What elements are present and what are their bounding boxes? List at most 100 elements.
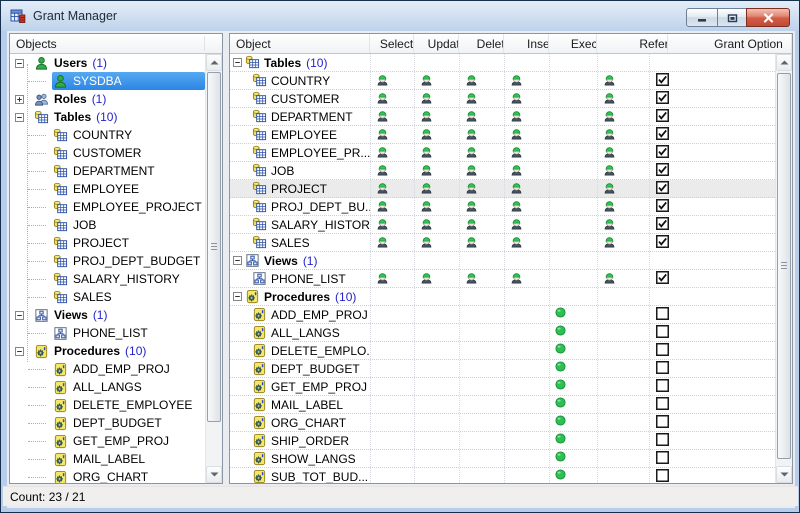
cell-insert-show-langs[interactable] bbox=[504, 450, 549, 467]
object-cell[interactable]: MAIL_LABEL bbox=[230, 396, 370, 413]
grid-row-customer[interactable]: CUSTOMER bbox=[230, 90, 775, 108]
cell-insert-mail-label[interactable] bbox=[504, 396, 549, 413]
cell-select-show-langs[interactable] bbox=[370, 450, 414, 467]
cell-grant-option-all-langs[interactable] bbox=[649, 324, 775, 341]
grid-row-country[interactable]: COUNTRY bbox=[230, 72, 775, 90]
scroll-thumb[interactable] bbox=[207, 72, 221, 422]
cell-grant-option-project[interactable] bbox=[649, 180, 775, 197]
cell-select-phone-list[interactable] bbox=[370, 270, 414, 287]
cell-reference-sub-tot-bud[interactable] bbox=[597, 468, 649, 483]
cell-reference-salary-history[interactable] bbox=[597, 216, 649, 233]
cell-grant-option-customer[interactable] bbox=[649, 90, 775, 107]
object-cell[interactable]: CUSTOMER bbox=[230, 90, 370, 107]
object-cell[interactable]: PROJECT bbox=[230, 180, 370, 197]
cell-select-customer[interactable] bbox=[370, 90, 414, 107]
cell-grant-option-show-langs[interactable] bbox=[649, 450, 775, 467]
tree-item-employee-project[interactable]: EMPLOYEE_PROJECT bbox=[10, 198, 205, 216]
cell-reference-phone-list[interactable] bbox=[597, 270, 649, 287]
grid-row-phone-list[interactable]: PHONE_LIST bbox=[230, 270, 775, 288]
object-cell[interactable]: COUNTRY bbox=[230, 72, 370, 89]
cell-insert-country[interactable] bbox=[504, 72, 549, 89]
scroll-thumb[interactable] bbox=[777, 73, 791, 459]
cell-grant-option-get-emp-proj[interactable] bbox=[649, 378, 775, 395]
cell-grant-option-employee-pr[interactable] bbox=[649, 144, 775, 161]
grid-row-job[interactable]: JOB bbox=[230, 162, 775, 180]
cell-execute-add-emp-proj[interactable] bbox=[549, 306, 597, 323]
object-cell[interactable]: ORG_CHART bbox=[230, 414, 370, 431]
minus-box-icon[interactable] bbox=[233, 292, 242, 301]
object-cell[interactable]: DELETE_EMPLO... bbox=[230, 342, 370, 359]
column-header-select[interactable]: Select bbox=[370, 34, 414, 53]
grid-row-get-emp-proj[interactable]: GET_EMP_PROJ bbox=[230, 378, 775, 396]
cell-select-delete-emplo[interactable] bbox=[370, 342, 414, 359]
cell-grant-option-country[interactable] bbox=[649, 72, 775, 89]
cell-execute-phone-list[interactable] bbox=[549, 270, 597, 287]
cell-execute-country[interactable] bbox=[549, 72, 597, 89]
checkbox-checked-icon[interactable] bbox=[656, 181, 671, 196]
tree-item-proj-dept-budget[interactable]: PROJ_DEPT_BUDGET bbox=[10, 252, 205, 270]
cell-update-all-langs[interactable] bbox=[414, 324, 459, 341]
grid-row-views[interactable]: Views(1) bbox=[230, 252, 775, 270]
cell-delete-org-chart[interactable] bbox=[459, 414, 504, 431]
cell-reference-proj-dept-bu[interactable] bbox=[597, 198, 649, 215]
minus-box-icon[interactable] bbox=[15, 113, 24, 122]
cell-grant-option-job[interactable] bbox=[649, 162, 775, 179]
cell-update-mail-label[interactable] bbox=[414, 396, 459, 413]
cell-update-add-emp-proj[interactable] bbox=[414, 306, 459, 323]
object-cell[interactable]: PROJ_DEPT_BU... bbox=[230, 198, 370, 215]
cell-reference-ship-order[interactable] bbox=[597, 432, 649, 449]
grid-row-delete-emplo[interactable]: DELETE_EMPLO... bbox=[230, 342, 775, 360]
grid-row-ship-order[interactable]: SHIP_ORDER bbox=[230, 432, 775, 450]
object-cell[interactable]: SHIP_ORDER bbox=[230, 432, 370, 449]
cell-delete-salary-history[interactable] bbox=[459, 216, 504, 233]
grid-row-procedures[interactable]: Procedures(10) bbox=[230, 288, 775, 306]
tree-item-country[interactable]: COUNTRY bbox=[10, 126, 205, 144]
checkbox-unchecked-icon[interactable] bbox=[656, 307, 671, 322]
cell-update-sales[interactable] bbox=[414, 234, 459, 251]
cell-execute-salary-history[interactable] bbox=[549, 216, 597, 233]
cell-execute-ship-order[interactable] bbox=[549, 432, 597, 449]
cell-reference-country[interactable] bbox=[597, 72, 649, 89]
cell-delete-sub-tot-bud[interactable] bbox=[459, 468, 504, 483]
checkbox-unchecked-icon[interactable] bbox=[656, 379, 671, 394]
cell-insert-employee[interactable] bbox=[504, 126, 549, 143]
object-cell[interactable]: JOB bbox=[230, 162, 370, 179]
cell-grant-option-ship-order[interactable] bbox=[649, 432, 775, 449]
object-cell[interactable]: Procedures(10) bbox=[230, 288, 370, 305]
object-cell[interactable]: EMPLOYEE bbox=[230, 126, 370, 143]
cell-update-customer[interactable] bbox=[414, 90, 459, 107]
tree-item-employee[interactable]: EMPLOYEE bbox=[10, 180, 205, 198]
tree-item-project[interactable]: PROJECT bbox=[10, 234, 205, 252]
cell-reference-get-emp-proj[interactable] bbox=[597, 378, 649, 395]
cell-reference-employee-pr[interactable] bbox=[597, 144, 649, 161]
checkbox-checked-icon[interactable] bbox=[656, 199, 671, 214]
cell-select-proj-dept-bu[interactable] bbox=[370, 198, 414, 215]
cell-reference-sales[interactable] bbox=[597, 234, 649, 251]
scroll-down-button[interactable] bbox=[776, 466, 792, 483]
checkbox-unchecked-icon[interactable] bbox=[656, 469, 671, 483]
close-button[interactable] bbox=[746, 8, 790, 27]
grid-row-sales[interactable]: SALES bbox=[230, 234, 775, 252]
object-cell[interactable]: SUB_TOT_BUD... bbox=[230, 468, 370, 483]
cell-insert-department[interactable] bbox=[504, 108, 549, 125]
tree-item-users[interactable]: Users(1) bbox=[10, 54, 205, 72]
grid-row-project[interactable]: PROJECT bbox=[230, 180, 775, 198]
cell-update-get-emp-proj[interactable] bbox=[414, 378, 459, 395]
cell-select-sub-tot-bud[interactable] bbox=[370, 468, 414, 483]
cell-update-job[interactable] bbox=[414, 162, 459, 179]
cell-grant-option-department[interactable] bbox=[649, 108, 775, 125]
tree-item-delete-employee[interactable]: DELETE_EMPLOYEE bbox=[10, 396, 205, 414]
cell-select-job[interactable] bbox=[370, 162, 414, 179]
cell-grant-option-employee[interactable] bbox=[649, 126, 775, 143]
cell-delete-employee-pr[interactable] bbox=[459, 144, 504, 161]
cell-update-project[interactable] bbox=[414, 180, 459, 197]
checkbox-unchecked-icon[interactable] bbox=[656, 361, 671, 376]
tree-item-all-langs[interactable]: ALL_LANGS bbox=[10, 378, 205, 396]
grid-row-employee-pr[interactable]: EMPLOYEE_PR... bbox=[230, 144, 775, 162]
cell-grant-option-salary-history[interactable] bbox=[649, 216, 775, 233]
cell-insert-delete-emplo[interactable] bbox=[504, 342, 549, 359]
cell-reference-project[interactable] bbox=[597, 180, 649, 197]
cell-select-dept-budget[interactable] bbox=[370, 360, 414, 377]
column-header-execute[interactable]: Execute bbox=[549, 34, 597, 53]
cell-insert-dept-budget[interactable] bbox=[504, 360, 549, 377]
